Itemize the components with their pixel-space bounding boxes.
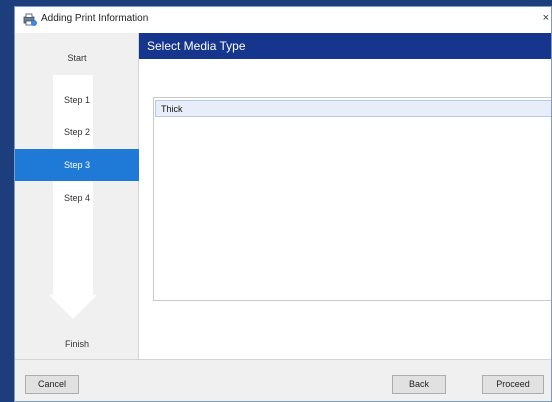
step-4: Step 4: [63, 193, 91, 203]
section-header: Select Media Type: [139, 33, 551, 59]
dialog-window: Adding Print Information × Start Step 1 …: [14, 6, 552, 402]
wizard-steps-sidebar: Start Step 1 Step 2 Step 3 Step 4 Finish: [15, 33, 139, 359]
cancel-button[interactable]: Cancel: [25, 375, 79, 394]
list-item-thick[interactable]: Thick: [155, 100, 551, 117]
progress-arrow-shaft: [53, 75, 93, 297]
back-button[interactable]: Back: [392, 375, 446, 394]
button-bar: Cancel Back Proceed: [15, 359, 551, 401]
proceed-button[interactable]: Proceed: [482, 375, 544, 394]
step-finish: Finish: [64, 339, 89, 349]
printer-settings-icon: [23, 13, 37, 26]
step-start: Start: [67, 53, 87, 63]
title-bar: Adding Print Information ×: [15, 7, 551, 33]
close-icon[interactable]: ×: [543, 12, 549, 24]
step-2: Step 2: [63, 127, 91, 137]
media-type-list[interactable]: Thick: [153, 97, 551, 301]
step-3-active: Step 3: [15, 149, 139, 181]
step-1: Step 1: [63, 95, 91, 105]
window-title: Adding Print Information: [41, 13, 149, 24]
progress-arrow-head: [49, 295, 97, 319]
main-panel: Select Media Type Thick: [139, 33, 551, 359]
